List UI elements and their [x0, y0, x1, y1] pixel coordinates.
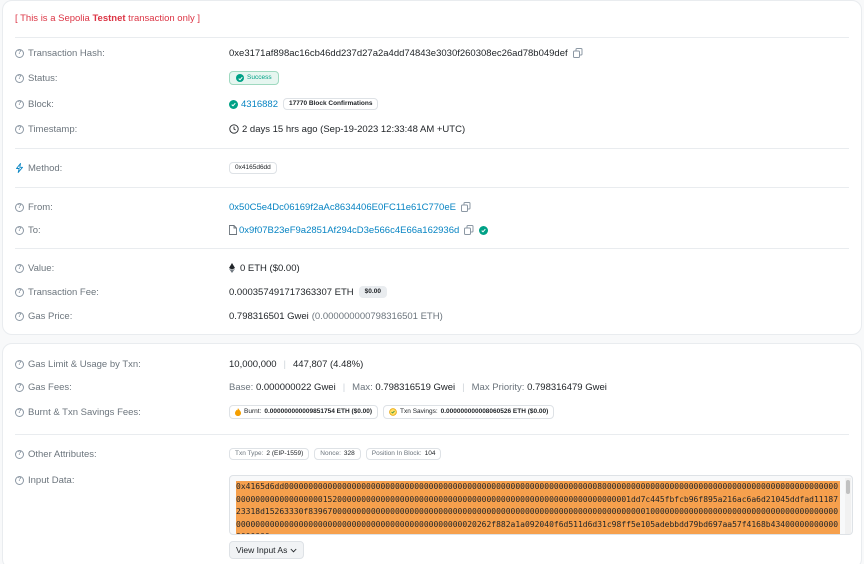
- help-icon[interactable]: ?: [15, 225, 24, 235]
- contract-file-icon: [229, 225, 237, 235]
- method-badge: 0x4165d6dd: [229, 161, 277, 175]
- fee-usd-badge: $0.00: [358, 285, 387, 299]
- lightning-icon: [16, 163, 23, 173]
- row-status: ? Status: Success: [15, 70, 849, 86]
- divider: [15, 187, 849, 188]
- copy-icon[interactable]: [572, 48, 583, 58]
- input-data-text[interactable]: 0x4165d6dd000000000000000000000000000000…: [236, 481, 840, 534]
- help-icon[interactable]: ?: [15, 407, 24, 417]
- divider: [15, 37, 849, 38]
- clock-icon: [229, 124, 239, 134]
- help-icon[interactable]: ?: [15, 449, 24, 459]
- row-transaction-fee: ? Transaction Fee: 0.000357491717363307 …: [15, 284, 849, 300]
- txn-type-badge: Txn Type: 2 (EIP-1559): [229, 447, 310, 461]
- gas-usage-value: 447,807 (4.48%): [293, 358, 364, 370]
- gas-max-priority-fee: Max Priority: 0.798316479 Gwei: [471, 381, 607, 393]
- chevron-down-icon: [290, 548, 297, 552]
- from-address-link[interactable]: 0x50C5e4Dc06169f2aAc8634406E0FC11e61C770…: [229, 202, 456, 213]
- row-burnt-savings: ? Burnt & Txn Savings Fees: Burnt: 0.000…: [15, 404, 849, 420]
- row-transaction-hash: ? Transaction Hash: 0xe3171af898ac16cb46…: [15, 45, 849, 61]
- fire-icon: [235, 408, 241, 416]
- help-icon[interactable]: ?: [15, 359, 24, 369]
- row-from: ? From: 0x50C5e4Dc06169f2aAc8634406E0FC1…: [15, 199, 849, 215]
- confirmations-badge: 17770 Block Confirmations: [282, 97, 379, 111]
- burnt-fee-badge: Burnt: 0.000000000009851754 ETH ($0.00): [229, 405, 379, 419]
- row-gas-price: ? Gas Price: 0.798316501 Gwei (0.0000000…: [15, 308, 849, 324]
- to-address-link[interactable]: 0x9f07B23eF9a2851Af294cD3e566c4E66a16293…: [239, 225, 459, 236]
- copy-icon[interactable]: [464, 225, 474, 235]
- view-input-as-button[interactable]: View Input As: [229, 541, 305, 559]
- help-icon[interactable]: ?: [15, 475, 24, 485]
- help-icon[interactable]: ?: [15, 99, 24, 109]
- input-data-textarea[interactable]: 0x4165d6dd000000000000000000000000000000…: [229, 475, 853, 535]
- help-icon[interactable]: ?: [15, 124, 24, 134]
- gas-limit-value: 10,000,000: [229, 358, 277, 370]
- gas-base-fee: Base: 0.000000022 Gwei: [229, 381, 336, 393]
- help-icon[interactable]: ?: [15, 263, 24, 273]
- row-block: ? Block: 4316882 17770 Block Confirmatio…: [15, 96, 849, 112]
- testnet-notice: [ This is a Sepolia Testnet transaction …: [15, 13, 201, 24]
- check-circle-icon: [229, 99, 238, 109]
- row-other-attributes: ? Other Attributes: Txn Type: 2 (EIP-155…: [15, 446, 849, 462]
- status-badge: Success: [229, 71, 279, 85]
- nonce-badge: Nonce: 328: [314, 447, 361, 461]
- help-icon[interactable]: ?: [15, 202, 24, 212]
- help-icon[interactable]: ?: [15, 48, 24, 58]
- ethereum-icon: [229, 263, 235, 273]
- verified-contract-icon: [479, 225, 489, 235]
- txn-savings-badge: Txn Savings: 0.000000000008060526 ETH ($…: [383, 405, 555, 419]
- divider: [15, 148, 849, 149]
- help-icon[interactable]: ?: [15, 382, 24, 392]
- timestamp-value: 2 days 15 hrs ago (Sep-19-2023 12:33:48 …: [242, 123, 466, 135]
- transaction-hash: 0xe3171af898ac16cb46dd237d27a2a4dd74843e…: [229, 47, 568, 59]
- divider: [15, 248, 849, 249]
- fee-amount: 0.000357491717363307 ETH: [229, 286, 354, 298]
- input-scrollbar[interactable]: [845, 478, 851, 534]
- row-value: ? Value: 0 ETH ($0.00): [15, 260, 849, 276]
- row-method: Method: 0x4165d6dd: [15, 160, 849, 176]
- help-icon[interactable]: ?: [15, 287, 24, 297]
- gas-price-gwei: 0.798316501 Gwei: [229, 310, 309, 322]
- value-amount: 0 ETH ($0.00): [240, 262, 300, 274]
- check-circle-icon: [236, 74, 244, 82]
- transaction-details-card: ? Gas Limit & Usage by Txn: 10,000,000 |…: [2, 343, 862, 564]
- transaction-overview-card: [ This is a Sepolia Testnet transaction …: [2, 0, 862, 335]
- help-icon[interactable]: ?: [15, 73, 24, 83]
- help-icon[interactable]: ?: [15, 311, 24, 321]
- block-number-link[interactable]: 4316882: [241, 99, 278, 110]
- position-badge: Position In Block: 104: [365, 447, 442, 461]
- row-to: ? To: 0x9f07B23eF9a2851Af294cD3e566c4E66…: [15, 222, 849, 238]
- gas-price-eth: (0.000000000798316501 ETH): [311, 310, 443, 322]
- row-gas-limit: ? Gas Limit & Usage by Txn: 10,000,000 |…: [15, 356, 849, 372]
- gas-max-fee: Max: 0.798316519 Gwei: [352, 381, 456, 393]
- divider: [15, 434, 849, 435]
- savings-icon: [389, 408, 397, 416]
- row-timestamp: ? Timestamp: 2 days 15 hrs ago (Sep-19-2…: [15, 121, 849, 137]
- row-gas-fees: ? Gas Fees: Base: 0.000000022 Gwei | Max…: [15, 379, 849, 395]
- copy-icon[interactable]: [460, 202, 471, 212]
